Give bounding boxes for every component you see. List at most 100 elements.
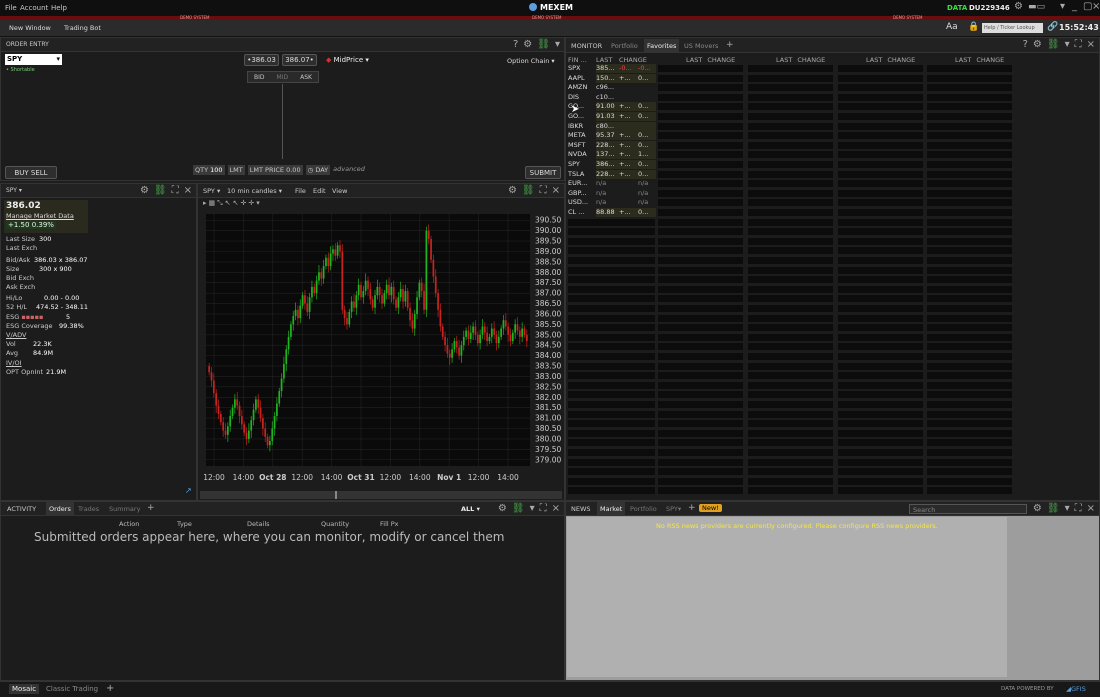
submit-button[interactable]: SUBMIT bbox=[525, 166, 561, 179]
close-icon[interactable]: × bbox=[1087, 39, 1095, 50]
chart-edit-menu[interactable]: Edit bbox=[313, 187, 326, 195]
font-size-button[interactable]: Aa bbox=[946, 22, 958, 32]
help-icon[interactable]: ? bbox=[1023, 39, 1028, 50]
chevron-down-icon[interactable]: ▾ bbox=[530, 503, 535, 514]
column-header[interactable]: LAST bbox=[955, 56, 971, 64]
lock-icon[interactable]: 🔒 bbox=[968, 22, 979, 32]
link-icon[interactable]: ⛓ bbox=[154, 185, 167, 196]
gear-icon[interactable]: ⚙ bbox=[523, 39, 532, 50]
column-action[interactable]: Action bbox=[119, 520, 139, 528]
column-header[interactable]: CHANGE bbox=[707, 56, 735, 64]
watchlist-row[interactable]: NVDA 137... +... 1... bbox=[568, 150, 656, 160]
minimize-icon[interactable]: _ bbox=[1072, 1, 1077, 12]
tab-portfolio[interactable]: Portfolio bbox=[611, 42, 638, 50]
watchlist-row[interactable]: AMZN c96... bbox=[568, 83, 656, 92]
chevron-down-icon[interactable]: ▾ bbox=[1065, 503, 1070, 514]
ask-option[interactable]: ASK bbox=[300, 72, 312, 82]
column-header[interactable]: CHANGE bbox=[976, 56, 1004, 64]
symbol-input[interactable]: SPY ▾ bbox=[5, 54, 62, 65]
tab-favorites[interactable]: Favorites bbox=[644, 39, 680, 53]
gear-icon[interactable]: ⚙ bbox=[140, 185, 149, 196]
tab-market[interactable]: Market bbox=[597, 502, 626, 516]
bid-option[interactable]: BID bbox=[254, 72, 265, 82]
add-tab-icon[interactable]: + bbox=[726, 40, 734, 50]
column-details[interactable]: Details bbox=[247, 520, 270, 528]
tab-news[interactable]: NEWS bbox=[571, 505, 591, 513]
column-header[interactable]: CHANGE bbox=[797, 56, 825, 64]
link-icon[interactable]: ⛓ bbox=[522, 185, 535, 196]
gear-icon[interactable]: ⚙ bbox=[1033, 39, 1042, 50]
limit-price-field[interactable]: LMT PRICE 0.00 bbox=[247, 165, 303, 175]
new-window-button[interactable]: New Window bbox=[9, 24, 51, 32]
column-type[interactable]: Type bbox=[177, 520, 192, 528]
tif-field[interactable]: ◷ DAY bbox=[305, 165, 331, 175]
watchlist-row[interactable]: CL ... 88.88 +... 0... bbox=[568, 208, 656, 217]
menu-file[interactable]: File bbox=[5, 4, 17, 12]
tab-mosaic[interactable]: Mosaic bbox=[9, 684, 40, 694]
tab-trades[interactable]: Trades bbox=[78, 505, 99, 513]
column-header[interactable]: LAST bbox=[776, 56, 792, 64]
expand-arrow-icon[interactable]: ↗ bbox=[185, 486, 192, 495]
gear-icon[interactable]: ⚙ bbox=[498, 503, 507, 514]
chart-file-menu[interactable]: File bbox=[295, 187, 306, 195]
new-badge[interactable]: New! bbox=[699, 504, 722, 512]
mid-option[interactable]: MID bbox=[277, 72, 289, 82]
column-header[interactable]: LAST bbox=[686, 56, 702, 64]
tab-activity[interactable]: ACTIVITY bbox=[7, 505, 36, 513]
watchlist-row[interactable]: MSFT 228... +... 0... bbox=[568, 140, 656, 150]
chart-view-menu[interactable]: View bbox=[332, 187, 347, 195]
menu-help[interactable]: Help bbox=[51, 4, 67, 12]
expand-icon[interactable]: ⛶ bbox=[540, 503, 547, 514]
add-layout-icon[interactable]: + bbox=[106, 683, 114, 694]
chart-drawing-tools[interactable]: ▸▦⤡↖↖✛✛▾ bbox=[203, 199, 262, 208]
watchlist-row[interactable]: SPY 386... +... 0... bbox=[568, 160, 656, 169]
all-filter-dropdown[interactable]: ALL ▾ bbox=[461, 505, 480, 513]
gear-icon[interactable]: ⚙ bbox=[508, 185, 517, 196]
tab-spy[interactable]: SPY▾ bbox=[666, 505, 681, 513]
lock-slider-icon[interactable]: ▬▭ bbox=[1028, 2, 1045, 12]
chart-scroll-handle[interactable] bbox=[335, 491, 337, 499]
column-header[interactable]: LAST bbox=[866, 56, 882, 64]
close-icon[interactable]: × bbox=[552, 185, 560, 196]
tab-us-movers[interactable]: US Movers bbox=[684, 42, 718, 50]
chevron-down-icon[interactable]: ▾ bbox=[1060, 1, 1065, 12]
add-tab-icon[interactable]: + bbox=[688, 503, 696, 513]
watchlist-row[interactable]: EUR... n/a n/a bbox=[568, 179, 656, 188]
chart-interval-dropdown[interactable]: 10 min candles ▾ bbox=[227, 187, 282, 195]
watchlist-row[interactable]: META 95.37 +... 0... bbox=[568, 131, 656, 141]
advanced-link[interactable]: advanced bbox=[333, 165, 365, 175]
watchlist-row[interactable]: GO... 91.03 +... 0... bbox=[568, 112, 656, 121]
ask-price-button[interactable]: 386.07• bbox=[282, 54, 317, 66]
link-icon[interactable]: ⛓ bbox=[1047, 503, 1060, 514]
watchlist-row[interactable]: GO... 91.00 +... 0... bbox=[568, 102, 656, 112]
expand-icon[interactable]: ⛶ bbox=[1075, 39, 1082, 50]
close-icon[interactable]: × bbox=[1087, 503, 1095, 514]
gear-icon[interactable]: ⚙ bbox=[1033, 503, 1042, 514]
column-header[interactable]: CHANGE bbox=[887, 56, 915, 64]
watchlist-row[interactable]: SPX 385... -0... -0... bbox=[568, 64, 656, 73]
qty-field[interactable]: QTY 100 bbox=[193, 165, 225, 175]
quote-symbol[interactable]: SPY ▾ bbox=[6, 187, 22, 194]
close-icon[interactable]: × bbox=[184, 185, 192, 196]
tab-monitor[interactable]: MONITOR bbox=[571, 42, 602, 50]
watchlist-row[interactable]: IBKR c80... bbox=[568, 121, 656, 131]
link-icon[interactable]: ⛓ bbox=[537, 39, 550, 50]
tab-summary[interactable]: Summary bbox=[109, 505, 140, 513]
buy-sell-button[interactable]: BUY SELL bbox=[5, 166, 57, 179]
chart-symbol[interactable]: SPY ▾ bbox=[203, 187, 220, 195]
expand-icon[interactable]: ⛶ bbox=[172, 185, 179, 196]
close-icon[interactable]: × bbox=[1092, 1, 1100, 12]
chevron-down-icon[interactable]: ▾ bbox=[1065, 39, 1070, 50]
news-search-input[interactable]: Search bbox=[909, 504, 1027, 514]
chart-scrollbar[interactable] bbox=[200, 491, 562, 499]
column-quantity[interactable]: Quantity bbox=[321, 520, 349, 528]
tab-orders[interactable]: Orders bbox=[46, 502, 74, 516]
column-fill-px[interactable]: Fill Px bbox=[380, 520, 399, 528]
add-tab-icon[interactable]: + bbox=[147, 503, 155, 513]
option-chain-button[interactable]: Option Chain ▾ bbox=[507, 57, 555, 65]
watchlist-row[interactable]: GBP... n/a n/a bbox=[568, 189, 656, 198]
help-icon[interactable]: ? bbox=[513, 39, 518, 50]
bid-price-button[interactable]: •386.03 bbox=[244, 54, 279, 66]
midprice-dropdown[interactable]: ◆ MidPrice ▾ bbox=[326, 56, 369, 64]
expand-icon[interactable]: ⛶ bbox=[540, 185, 547, 196]
